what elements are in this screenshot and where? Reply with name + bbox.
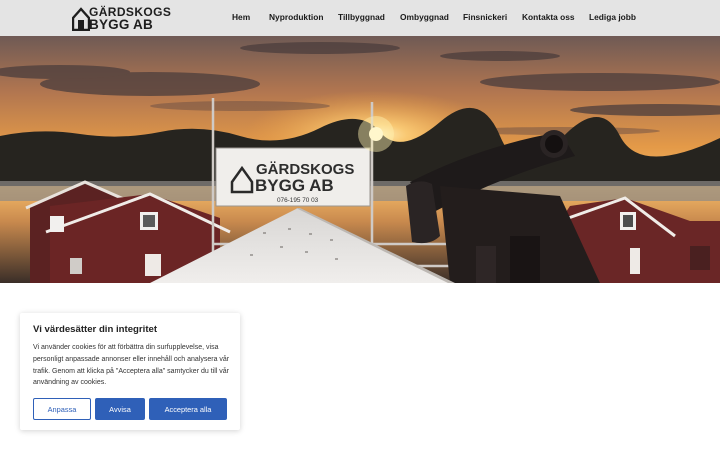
nav-item-nyproduktion[interactable]: Nyproduktion [269, 12, 323, 22]
cookie-customize-button[interactable]: Anpassa [33, 398, 91, 420]
nav-item-tillbyggnad[interactable]: Tillbyggnad [338, 12, 385, 22]
site-header: GÄRDSKOGS BYGG AB Hem Nyproduktion Tillb… [0, 0, 720, 36]
cookie-consent-banner: Vi värdesätter din integritet Vi använde… [20, 313, 240, 430]
nav-item-hem[interactable]: Hem [232, 12, 250, 22]
nav-item-ombyggnad[interactable]: Ombyggnad [400, 12, 449, 22]
main-nav: Hem Nyproduktion Tillbyggnad Ombyggnad F… [0, 0, 720, 36]
sign-phone: 076-195 70 03 [277, 197, 319, 204]
hero-sign: GÄRDSKOGS BYGG AB 076-195 70 03 [215, 147, 371, 207]
cookie-title: Vi värdesätter din integritet [33, 324, 158, 335]
nav-item-lediga-jobb[interactable]: Lediga jobb [589, 12, 636, 22]
cookie-accept-all-button[interactable]: Acceptera alla [149, 398, 227, 420]
cookie-reject-button[interactable]: Avvisa [95, 398, 145, 420]
hero-sunset-photo: GÄRDSKOGS BYGG AB 076-195 70 03 [0, 36, 720, 283]
hero-image: GÄRDSKOGS BYGG AB 076-195 70 03 [0, 36, 720, 283]
sign-line-2: BYGG AB [255, 176, 334, 195]
cookie-description: Vi använder cookies för att förbättra di… [33, 344, 230, 387]
nav-item-kontakta-oss[interactable]: Kontakta oss [522, 12, 575, 22]
nav-item-finsnickeri[interactable]: Finsnickeri [463, 12, 507, 22]
